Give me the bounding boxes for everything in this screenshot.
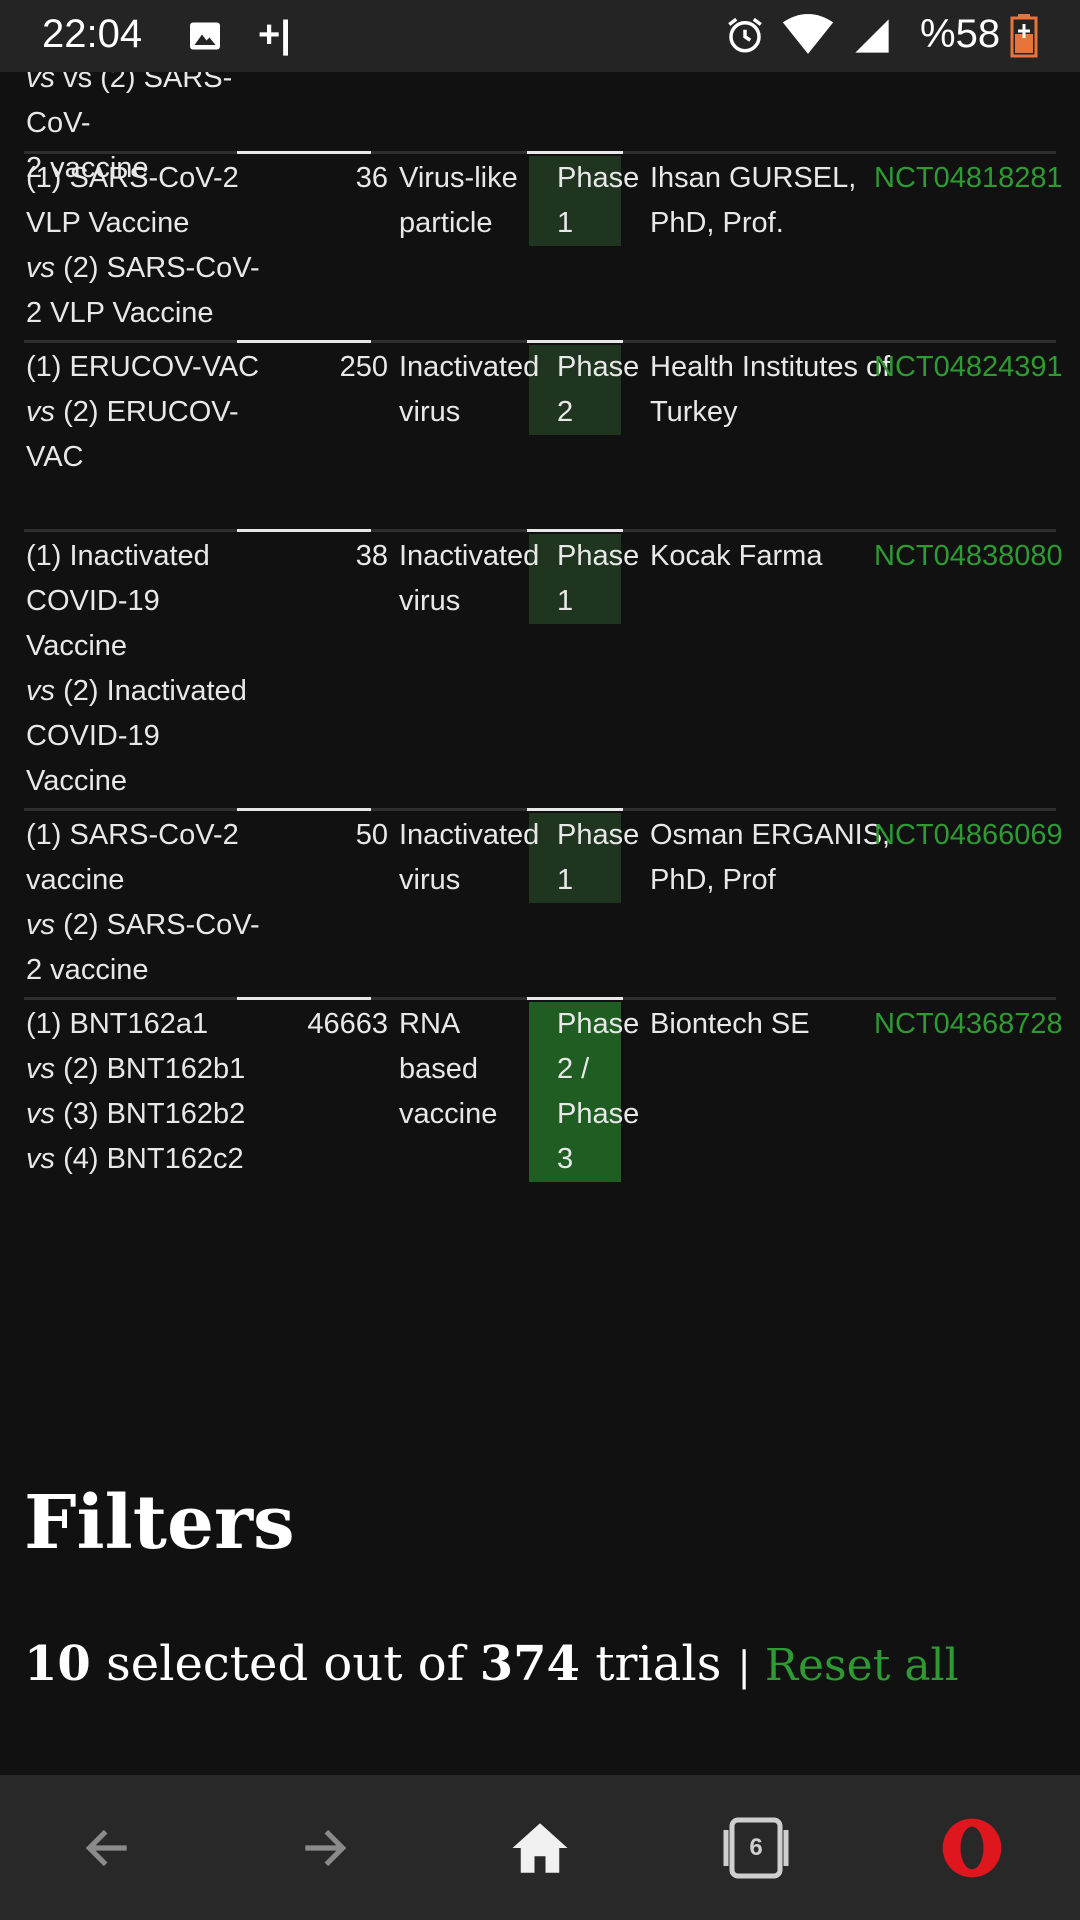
- table-row: (1) ERUCOV-VAC vs (2) ERUCOV-VAC 250 Inac…: [24, 345, 1063, 535]
- battery-percent: %58: [920, 12, 1001, 56]
- plus-indicator: +|: [258, 14, 291, 56]
- table-cell-type: RNA based vaccine: [399, 1008, 498, 1130]
- back-arrow-icon: [85, 1829, 127, 1866]
- opera-menu-button[interactable]: [912, 1775, 1032, 1920]
- table-row: (1) Inactivated COVID-19 Vaccine vs (2) I…: [24, 534, 1063, 809]
- selected-count: 10: [24, 1636, 91, 1692]
- forward-button[interactable]: [264, 1775, 384, 1920]
- table-cell-name: (1) ERUCOV-VAC vs (2) ERUCOV-VAC: [26, 351, 260, 473]
- table-cell-name: (1) SARS-CoV-2 vaccine vs (2) SARS-CoV-2 …: [26, 819, 260, 986]
- table-cell-phase: Phase 1: [557, 540, 640, 617]
- table-cell-type: Inactivated virus: [399, 351, 540, 428]
- partial-name-line1: vs (2) SARS-CoV-: [26, 72, 233, 139]
- table-cell-sponsor: Ihsan GURSEL, PhD, Prof.: [650, 162, 857, 239]
- home-icon: [512, 1822, 568, 1873]
- table-row: (1) SARS-CoV-2 vaccine vs (2) SARS-CoV-2 …: [24, 813, 1063, 1003]
- home-button[interactable]: [480, 1775, 600, 1920]
- image-icon: [190, 22, 220, 50]
- tabs-count: 6: [749, 1833, 763, 1861]
- cell-top-rule: [527, 151, 623, 154]
- status-time: 22:04: [42, 12, 143, 56]
- table-cell-name: (1) SARS-CoV-2 VLP Vaccine vs (2) SARS-Co…: [26, 162, 260, 329]
- battery-icon: [1010, 14, 1038, 58]
- selected-text: selected out of: [106, 1636, 465, 1692]
- total-count: 374: [479, 1636, 580, 1692]
- total-text: trials: [595, 1636, 722, 1692]
- wifi-icon: [782, 14, 834, 54]
- browser-nav-bar: 6: [0, 1775, 1080, 1920]
- cell-top-rule: [527, 340, 623, 343]
- filter-summary: 10 selected out of 374 trials | Reset all: [24, 1636, 959, 1692]
- table-cell-sponsor: Biontech SE: [650, 1008, 810, 1040]
- trial-id-link[interactable]: NCT04818281: [874, 156, 1064, 201]
- table-cell-participants: 250: [339, 351, 388, 383]
- trial-id-link[interactable]: NCT04824391: [874, 345, 1064, 390]
- cell-top-rule: [237, 529, 371, 532]
- table-row: (1) SARS-CoV-2 VLP Vaccine vs (2) SARS-Co…: [24, 156, 1063, 346]
- table-cell-participants: 46663: [307, 1008, 388, 1040]
- table-cell-participants: 36: [355, 162, 388, 194]
- back-button[interactable]: [48, 1775, 168, 1920]
- table-cell-name: (1) BNT162a1 vs (2) BNT162b1 vs (3) BNT1…: [26, 1008, 246, 1175]
- table-cell-name: (1) Inactivated COVID-19 Vaccine vs (2) I…: [26, 540, 247, 797]
- forward-arrow-icon: [305, 1829, 347, 1866]
- table-cell-sponsor: Osman ERGANIS, PhD, Prof: [650, 819, 891, 896]
- table-cell-phase: Phase 1: [557, 819, 640, 896]
- summary-separator: |: [737, 1644, 751, 1690]
- table-cell-sponsor: Kocak Farma: [650, 540, 823, 572]
- status-bar: 22:04 +| %58: [0, 0, 1080, 72]
- cell-top-rule: [237, 808, 371, 811]
- trial-id-link[interactable]: NCT04866069: [874, 813, 1064, 858]
- table-cell-phase: Phase 2: [557, 351, 640, 428]
- table-cell-type: Inactivated virus: [399, 540, 540, 617]
- filters-heading: Filters: [24, 1480, 295, 1566]
- trial-id-link[interactable]: NCT04368728: [874, 1002, 1064, 1047]
- cell-top-rule: [237, 151, 371, 154]
- table-cell-sponsor: Health Institutes of Turkey: [650, 351, 891, 428]
- table-cell-participants: 50: [355, 819, 388, 851]
- signal-icon: [855, 19, 889, 53]
- cell-top-rule: [527, 808, 623, 811]
- table-cell-participants: 38: [355, 540, 388, 572]
- opera-logo-icon: [942, 1818, 1002, 1877]
- table-cell-type: Virus-like particle: [399, 162, 518, 239]
- reset-all-link[interactable]: Reset all: [765, 1640, 959, 1691]
- cell-top-rule: [527, 529, 623, 532]
- tabs-button[interactable]: 6: [696, 1775, 816, 1920]
- table-cell-type: Inactivated virus: [399, 819, 540, 896]
- table-cell-phase: Phase 1: [557, 162, 640, 239]
- alarm-icon: [728, 17, 762, 53]
- cell-top-rule: [237, 997, 371, 1000]
- trial-id-link[interactable]: NCT04838080: [874, 534, 1064, 579]
- cell-top-rule: [527, 997, 623, 1000]
- table-cell-phase: Phase 2 / Phase 3: [557, 1008, 640, 1175]
- cell-top-rule: [237, 340, 371, 343]
- table-row: (1) BNT162a1 vs (2) BNT162b1 vs (3) BNT1…: [24, 1002, 1063, 1192]
